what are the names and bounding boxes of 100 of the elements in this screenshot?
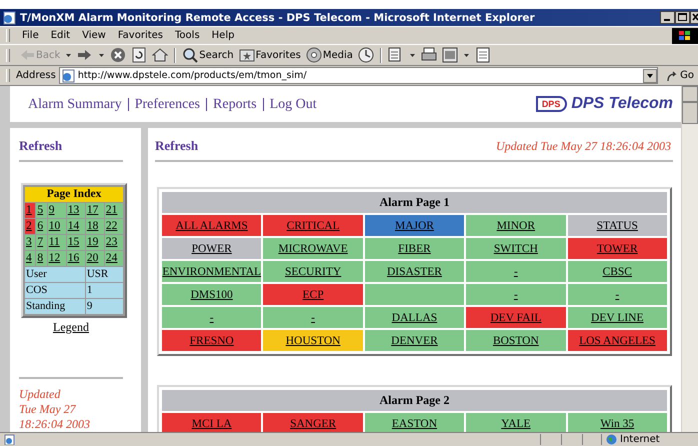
alarm-link[interactable]: MCI LA <box>192 418 232 430</box>
info-value: 1 <box>86 283 123 298</box>
alarm-link[interactable]: SECURITY <box>284 266 342 278</box>
maximize-icon[interactable] <box>675 11 690 24</box>
page-link[interactable]: 13 <box>68 204 80 216</box>
home-button[interactable] <box>150 46 170 64</box>
page-link[interactable]: 17 <box>86 204 98 216</box>
alarm-link[interactable]: CRITICAL <box>286 220 340 232</box>
menu-item[interactable]: Tools <box>169 30 206 41</box>
alarm-link[interactable]: - <box>311 312 315 324</box>
company-logo: DPS DPS Telecom <box>536 95 673 113</box>
alarm-link[interactable]: TOWER <box>596 242 638 254</box>
alarm-link[interactable]: DALLAS <box>392 312 438 324</box>
updated-text: Tue May 27 <box>19 402 77 417</box>
dropdown-icon[interactable] <box>643 68 658 82</box>
alarm-link[interactable]: STATUS <box>596 220 638 232</box>
page-link[interactable]: 6 <box>37 220 44 232</box>
page-link[interactable]: 12 <box>48 252 60 264</box>
legend-link[interactable]: Legend <box>53 320 89 335</box>
info-label: User <box>25 267 85 282</box>
alarm-link[interactable]: DENVER <box>391 334 438 346</box>
alarm-link[interactable]: ENVIRONMENTAL <box>162 266 262 278</box>
alarm-link[interactable]: MAJOR <box>394 220 434 232</box>
page-link[interactable]: 22 <box>106 220 118 232</box>
alarm-link[interactable]: DEV LINE <box>591 312 644 324</box>
page-link[interactable]: 8 <box>37 252 44 264</box>
search-button[interactable]: Search <box>180 46 236 64</box>
alarm-link[interactable]: CBSC <box>602 266 632 278</box>
media-button[interactable]: Media <box>304 46 355 64</box>
menu-item[interactable]: Help <box>206 30 240 41</box>
page-link[interactable]: 5 <box>37 204 44 216</box>
info-value: USR <box>86 267 123 282</box>
page-link[interactable]: 9 <box>48 204 54 216</box>
alarm-link[interactable]: DISASTER <box>387 266 442 278</box>
alarm-link[interactable]: HOUSTON <box>286 334 340 346</box>
alarm-link[interactable]: MINOR <box>496 220 536 232</box>
page-link[interactable]: 20 <box>86 252 98 264</box>
nav-link[interactable]: Preferences <box>128 98 206 110</box>
page-link[interactable]: 3 <box>26 236 32 248</box>
menu-item[interactable]: Favorites <box>112 30 170 41</box>
alarm-link[interactable]: SWITCH <box>494 242 538 254</box>
alarm-link[interactable]: MICROWAVE <box>278 242 348 254</box>
refresh-link[interactable]: Refresh <box>19 138 141 154</box>
page-link[interactable]: 11 <box>48 236 60 248</box>
alarm-link[interactable]: - <box>210 312 214 324</box>
go-button[interactable]: Go <box>658 70 698 82</box>
alarm-link[interactable]: - <box>514 288 518 300</box>
page-link[interactable]: 21 <box>106 204 118 216</box>
window-title: T/MonXM Alarm Monitoring Remote Access - DPS Telecom - Microsoft Internet Explorer <box>20 12 536 24</box>
disc-icon <box>306 47 322 63</box>
alarm-link[interactable]: - <box>615 288 620 300</box>
alarm-link[interactable]: YALE <box>501 418 531 430</box>
refresh-link[interactable]: Refresh <box>155 138 198 154</box>
page-icon <box>4 434 16 445</box>
history-button[interactable] <box>356 46 376 64</box>
address-field[interactable]: http://www.dpstele.com/products/em/tmon_sim/ <box>58 67 658 84</box>
nav-link[interactable]: Alarm Summary <box>28 98 128 110</box>
page-link[interactable]: 14 <box>68 220 80 232</box>
page-link[interactable]: 7 <box>37 236 44 248</box>
alarm-link[interactable]: FIBER <box>398 242 431 254</box>
alarm-link[interactable]: ECP <box>302 288 324 300</box>
updated-text: Updated <box>19 387 62 402</box>
page-link[interactable]: 4 <box>26 252 32 264</box>
info-label: Standing <box>25 299 85 314</box>
alarm-link[interactable]: FRESNO <box>190 334 234 346</box>
menu-item[interactable]: File <box>16 30 45 41</box>
updated-text: Updated Tue May 27 18:26:04 2003 <box>496 139 671 154</box>
alarm-page-title: Alarm Page 2 <box>162 390 667 411</box>
alarm-link[interactable]: SANGER <box>290 418 336 430</box>
alarm-link[interactable]: - <box>514 266 518 278</box>
page-link[interactable]: 15 <box>68 236 80 248</box>
page-link[interactable]: 19 <box>86 236 98 248</box>
alarm-link[interactable]: BOSTON <box>492 334 539 346</box>
page-link[interactable]: 24 <box>106 252 118 264</box>
page-link[interactable]: 10 <box>48 220 60 232</box>
nav-link[interactable]: Log Out <box>262 98 323 110</box>
page-link[interactable]: 1 <box>26 204 32 216</box>
alarm-link[interactable]: Win 35 <box>600 418 634 430</box>
info-label: COS <box>25 283 85 298</box>
alarm-link[interactable]: POWER <box>192 242 232 254</box>
close-icon[interactable] <box>690 11 698 24</box>
arrow-icon <box>19 47 35 63</box>
alarm-link[interactable]: DMS100 <box>190 288 233 300</box>
alarm-link[interactable]: ALL ALARMS <box>176 220 248 232</box>
page-link[interactable]: 16 <box>68 252 80 264</box>
edit-button[interactable] <box>440 46 460 64</box>
alarm-link[interactable]: LOS ANGELES <box>579 334 656 346</box>
page-link[interactable]: 23 <box>106 236 118 248</box>
favorites-button[interactable]: Favorites <box>236 46 303 64</box>
menu-item[interactable]: View <box>76 30 112 41</box>
page-link[interactable]: 18 <box>86 220 98 232</box>
go-arrow-icon <box>666 70 678 82</box>
scrollbar[interactable] <box>681 86 698 432</box>
page-link[interactable]: 2 <box>26 220 32 232</box>
menu-item[interactable]: Edit <box>44 30 76 41</box>
alarm-link[interactable]: EASTON <box>392 418 438 430</box>
nav-link[interactable]: Reports <box>206 98 263 110</box>
minimize-icon[interactable] <box>660 11 675 24</box>
alarm-link[interactable]: DEV FAIL <box>490 312 542 324</box>
windows-flag-icon <box>672 28 698 44</box>
